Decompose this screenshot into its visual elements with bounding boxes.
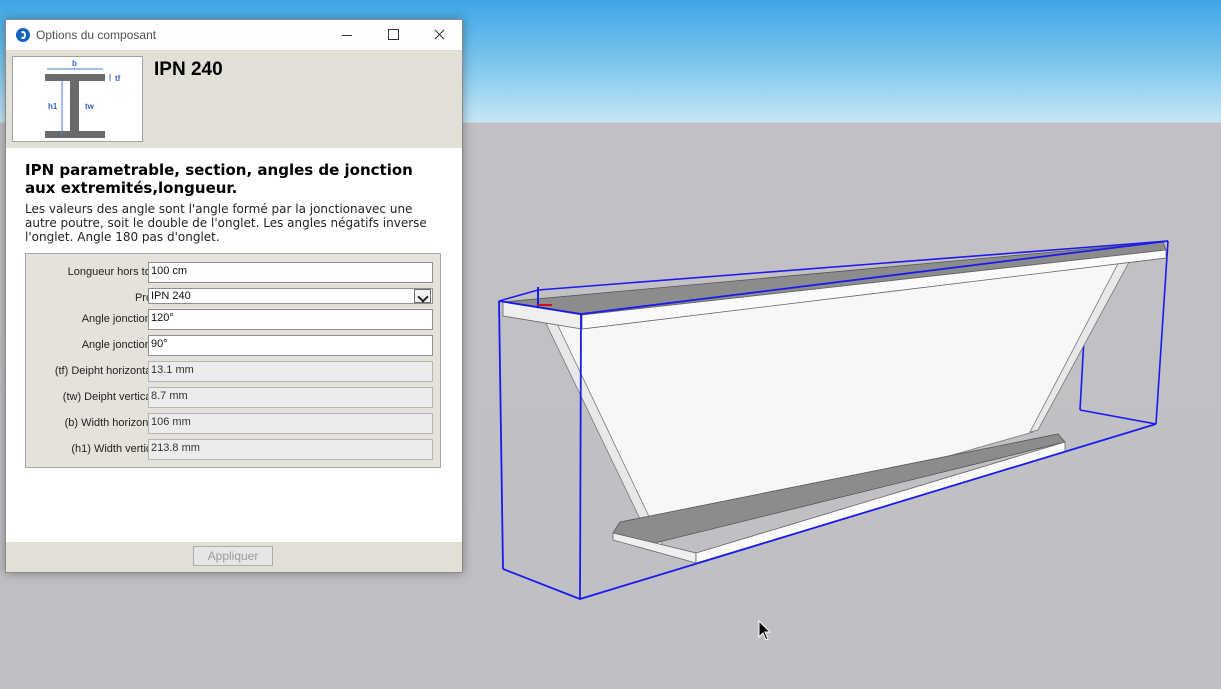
diagram-label-tw: tw [85, 102, 95, 111]
length-input[interactable]: 100 cm [148, 262, 433, 283]
field-row-length: Longueur hors tout 100 cm [26, 262, 442, 284]
field-row-tf: (tf) Deipht horizontale 13.1 mm [26, 361, 442, 383]
dialog-content: IPN parametrable, section, angles de jon… [6, 148, 462, 542]
description-text: Les valeurs des angle sont l'angle formé… [25, 202, 427, 244]
diagram-label-tf: tf [115, 74, 121, 83]
close-button[interactable] [416, 20, 462, 50]
angle-1-input[interactable]: 120° [148, 309, 433, 330]
field-row-tw: (tw) Deipht verticale 8.7 mm [26, 387, 442, 409]
diagram-label-h1: h1 [48, 102, 58, 111]
minimize-button[interactable] [324, 20, 370, 50]
field-label: (h1) Width vertical [71, 443, 160, 455]
b-field: 106 mm [148, 413, 433, 434]
sketchup-app-icon [16, 28, 30, 42]
window-title: Options du composant [36, 28, 157, 42]
mouse-cursor-icon [758, 620, 772, 641]
field-label: (b) Width horizontal [64, 417, 160, 429]
field-label: Longueur hors tout [67, 266, 160, 278]
dialog-footer: Appliquer [6, 542, 462, 572]
field-label: (tf) Deipht horizontale [54, 365, 160, 377]
chevron-down-icon[interactable] [414, 289, 431, 303]
angle-2-input[interactable]: 90° [148, 335, 433, 356]
tf-field: 13.1 mm [148, 361, 433, 382]
title-bar[interactable]: Options du composant [6, 20, 462, 50]
profile-select[interactable]: IPN 240 [148, 288, 433, 304]
diagram-label-b: b [72, 59, 77, 68]
apply-button[interactable]: Appliquer [193, 546, 273, 566]
maximize-button[interactable] [370, 20, 416, 50]
profile-select-value: IPN 240 [151, 290, 191, 302]
description-title: IPN parametrable, section, angles de jon… [25, 161, 413, 197]
tw-field: 8.7 mm [148, 387, 433, 408]
field-row-angle-1: Angle jonction 1 120° [26, 309, 442, 331]
field-row-angle-2: Angle jonction 2 90° [26, 335, 442, 357]
field-row-b: (b) Width horizontal 106 mm [26, 413, 442, 435]
field-label: (tw) Deipht verticale [62, 391, 160, 403]
h1-field: 213.8 mm [148, 439, 433, 460]
field-row-profile: Profil IPN 240 [26, 288, 442, 310]
component-options-dialog: Options du composant b tf h1 tw IPN 240 … [5, 19, 463, 573]
field-row-h1: (h1) Width vertical 213.8 mm [26, 439, 442, 461]
parameters-form: Longueur hors tout 100 cm Profil IPN 240… [25, 253, 441, 468]
ipn-profile-diagram: b tf h1 tw [12, 56, 143, 142]
component-header: b tf h1 tw IPN 240 [6, 50, 462, 148]
component-name: IPN 240 [154, 59, 223, 80]
